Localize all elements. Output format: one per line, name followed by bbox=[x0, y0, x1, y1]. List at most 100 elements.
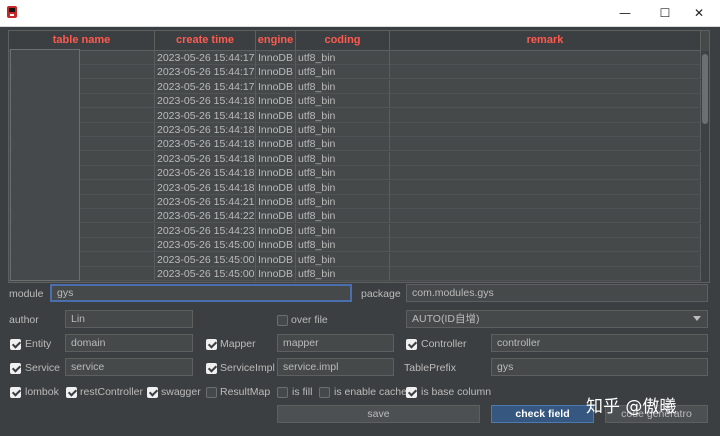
author-input[interactable]: Lin bbox=[65, 310, 193, 328]
resultmap-checkbox[interactable] bbox=[206, 387, 217, 398]
cell-remark bbox=[390, 108, 701, 123]
cell-coding: utf8_bin bbox=[296, 267, 390, 281]
column-header-create-time[interactable]: create time bbox=[155, 31, 256, 50]
restcontroller-checkbox[interactable] bbox=[66, 387, 77, 398]
cell-remark bbox=[390, 51, 701, 65]
controller-package-input[interactable]: controller bbox=[491, 334, 708, 352]
table-grid: table name create time engine coding rem… bbox=[8, 30, 710, 283]
table-row[interactable]: a2023-05-26 15:44:22InnoDButf8_bin bbox=[9, 209, 701, 224]
cell-coding: utf8_bin bbox=[296, 51, 390, 65]
save-button[interactable]: save bbox=[277, 405, 480, 423]
cell-engine: InnoDB bbox=[256, 65, 296, 80]
cell-coding: utf8_bin bbox=[296, 180, 390, 195]
cell-coding: utf8_bin bbox=[296, 195, 390, 209]
base-column-checkbox[interactable] bbox=[406, 387, 417, 398]
cell-coding: utf8_bin bbox=[296, 252, 390, 267]
check-field-button[interactable]: check field bbox=[491, 405, 594, 423]
cell-time: 2023-05-26 15:45:00 bbox=[157, 252, 256, 267]
enable-cache-checkbox[interactable] bbox=[319, 387, 330, 398]
cell-remark bbox=[390, 123, 701, 137]
entity-checkbox[interactable] bbox=[10, 339, 21, 350]
table-row[interactable]: a2023-05-26 15:45:00InnoDButf8_bin bbox=[9, 267, 701, 281]
cell-remark bbox=[390, 151, 701, 166]
watermark-text: 知乎 @傲曦 bbox=[586, 397, 677, 417]
cell-coding: utf8_bin bbox=[296, 137, 390, 152]
table-row[interactable]: a ink2023-05-26 15:44:18InnoDButf8_bin bbox=[9, 166, 701, 181]
serviceimpl-checkbox[interactable] bbox=[206, 363, 217, 374]
cell-time: 2023-05-26 15:44:23 bbox=[157, 223, 256, 238]
table-row[interactable]: a y2023-05-26 15:44:17InnoDButf8_bin bbox=[9, 79, 701, 94]
base-column-label: is base column bbox=[421, 386, 492, 398]
cell-coding: utf8_bin bbox=[296, 79, 390, 94]
minimize-button[interactable]: — bbox=[606, 0, 644, 26]
cell-time: 2023-05-26 15:45:00 bbox=[157, 267, 256, 281]
column-header-engine[interactable]: engine bbox=[256, 31, 296, 50]
column-header-table-name[interactable]: table name bbox=[9, 31, 155, 50]
cell-time: 2023-05-26 15:44:21 bbox=[157, 195, 256, 209]
cell-time: 2023-05-26 15:44:18 bbox=[157, 151, 256, 166]
cell-time: 2023-05-26 15:44:18 bbox=[157, 137, 256, 152]
main-window: table name create time engine coding rem… bbox=[0, 27, 720, 436]
package-input[interactable]: com.modules.gys bbox=[406, 284, 708, 302]
cell-engine: InnoDB bbox=[256, 195, 296, 209]
scrollbar-thumb[interactable] bbox=[702, 54, 708, 124]
table-header: table name create time engine coding rem… bbox=[9, 31, 701, 51]
cell-remark bbox=[390, 223, 701, 238]
isfill-checkbox[interactable] bbox=[277, 387, 288, 398]
table-row[interactable]: a ay2023-05-26 15:45:00InnoDButf8_bin bbox=[9, 238, 701, 253]
cell-remark bbox=[390, 166, 701, 181]
cell-coding: utf8_bin bbox=[296, 65, 390, 80]
column-header-remark[interactable]: remark bbox=[390, 31, 701, 50]
lombok-label: lombok bbox=[25, 386, 59, 398]
cell-time: 2023-05-26 15:44:18 bbox=[157, 180, 256, 195]
over-file-checkbox[interactable] bbox=[277, 315, 288, 326]
table-row[interactable]: a k2023-05-26 15:44:18InnoDButf8_bin bbox=[9, 151, 701, 166]
table-row[interactable]: a nt2023-05-26 15:44:18InnoDButf8_bin bbox=[9, 123, 701, 137]
cell-engine: InnoDB bbox=[256, 108, 296, 123]
cell-coding: utf8_bin bbox=[296, 166, 390, 181]
table-row[interactable]: a2023-05-26 15:45:00InnoDButf8_bin bbox=[9, 252, 701, 267]
cell-time: 2023-05-26 15:44:17 bbox=[157, 51, 256, 65]
table-row[interactable]: a nent2023-05-26 15:44:18InnoDButf8_bin bbox=[9, 108, 701, 123]
entity-label: Entity bbox=[25, 338, 52, 350]
serviceimpl-package-input[interactable]: service.impl bbox=[277, 358, 394, 376]
table-row[interactable]: a t2023-05-26 15:44:18InnoDButf8_bin bbox=[9, 180, 701, 195]
tableprefix-label: TablePrefix bbox=[404, 362, 456, 374]
cell-time: 2023-05-26 15:44:22 bbox=[157, 209, 256, 224]
controller-label: Controller bbox=[421, 338, 467, 350]
maximize-button[interactable]: ☐ bbox=[646, 0, 684, 26]
redaction-overlay bbox=[10, 49, 80, 281]
cell-remark bbox=[390, 267, 701, 281]
cell-remark bbox=[390, 209, 701, 224]
controller-checkbox[interactable] bbox=[406, 339, 417, 350]
table-row[interactable]: a2023-05-26 15:44:18InnoDButf8_bin bbox=[9, 94, 701, 109]
cell-time: 2023-05-26 15:44:18 bbox=[157, 94, 256, 109]
service-package-input[interactable]: service bbox=[65, 358, 193, 376]
cell-remark bbox=[390, 238, 701, 253]
swagger-label: swagger bbox=[161, 386, 201, 398]
tableprefix-input[interactable]: gys bbox=[491, 358, 708, 376]
cell-remark bbox=[390, 252, 701, 267]
lombok-checkbox[interactable] bbox=[10, 387, 21, 398]
cell-remark bbox=[390, 79, 701, 94]
close-button[interactable]: ✕ bbox=[680, 0, 718, 26]
table-row[interactable]: a2023-05-26 15:44:23InnoDButf8_bin bbox=[9, 223, 701, 238]
swagger-checkbox[interactable] bbox=[147, 387, 158, 398]
table-row[interactable]: a2023-05-26 15:44:21InnoDButf8_bin bbox=[9, 195, 701, 209]
entity-package-input[interactable]: domain bbox=[65, 334, 193, 352]
module-label: module bbox=[9, 288, 44, 300]
cell-coding: utf8_bin bbox=[296, 151, 390, 166]
cell-coding: utf8_bin bbox=[296, 123, 390, 137]
table-row[interactable]: a2023-05-26 15:44:17InnoDButf8_bin bbox=[9, 51, 701, 65]
table-row[interactable]: a2023-05-26 15:44:18InnoDButf8_bin bbox=[9, 137, 701, 152]
id-type-select[interactable]: AUTO(ID自增) bbox=[406, 310, 708, 328]
cell-engine: InnoDB bbox=[256, 79, 296, 94]
module-input[interactable]: gys bbox=[50, 284, 352, 302]
service-checkbox[interactable] bbox=[10, 363, 21, 374]
mapper-package-input[interactable]: mapper bbox=[277, 334, 394, 352]
vertical-scrollbar[interactable] bbox=[701, 51, 709, 282]
column-header-coding[interactable]: coding bbox=[296, 31, 390, 50]
table-row[interactable]: a ay2023-05-26 15:44:17InnoDButf8_bin bbox=[9, 65, 701, 80]
over-file-label: over file bbox=[291, 314, 328, 326]
mapper-checkbox[interactable] bbox=[206, 339, 217, 350]
